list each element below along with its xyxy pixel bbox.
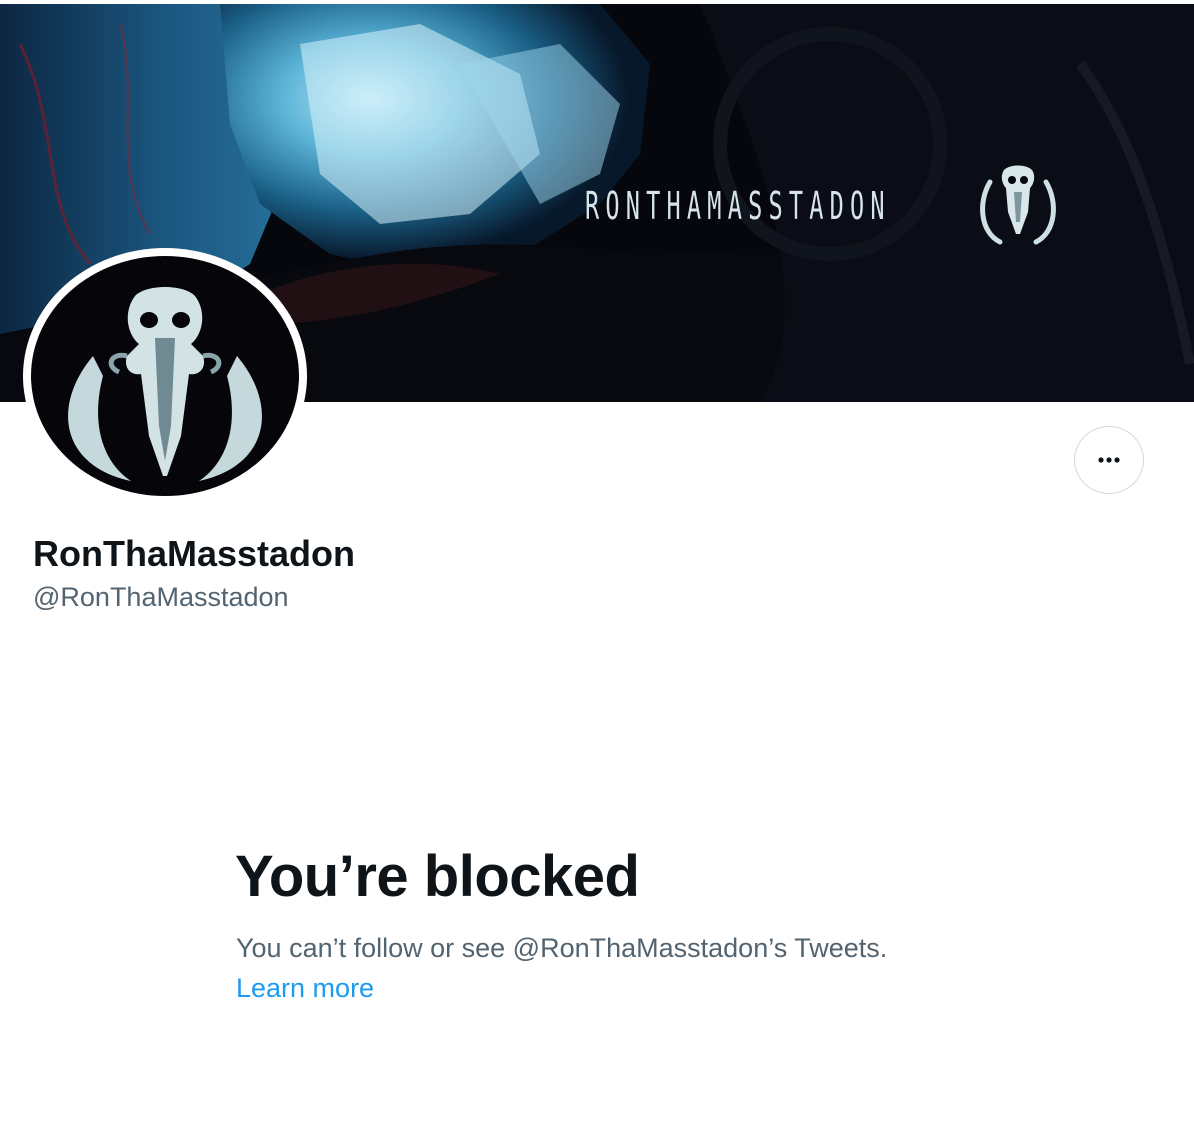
more-options-button[interactable] (1074, 426, 1144, 494)
learn-more-link[interactable]: Learn more (236, 973, 374, 1004)
mammoth-skull-avatar-icon (68, 287, 262, 481)
mammoth-skull-logo-icon (980, 165, 1056, 245)
avatar-image (31, 256, 299, 496)
blocked-title: You’re blocked (235, 844, 640, 909)
profile-display-name: RonThaMasstadon (33, 533, 356, 574)
profile-avatar[interactable] (23, 248, 307, 504)
banner-title-text: RONTHAMASSTADON (585, 184, 891, 228)
more-horizontal-icon (1098, 457, 1120, 463)
blocked-description: You can’t follow or see @RonThaMasstadon… (236, 933, 888, 963)
profile-handle: @RonThaMasstadon (33, 582, 289, 612)
